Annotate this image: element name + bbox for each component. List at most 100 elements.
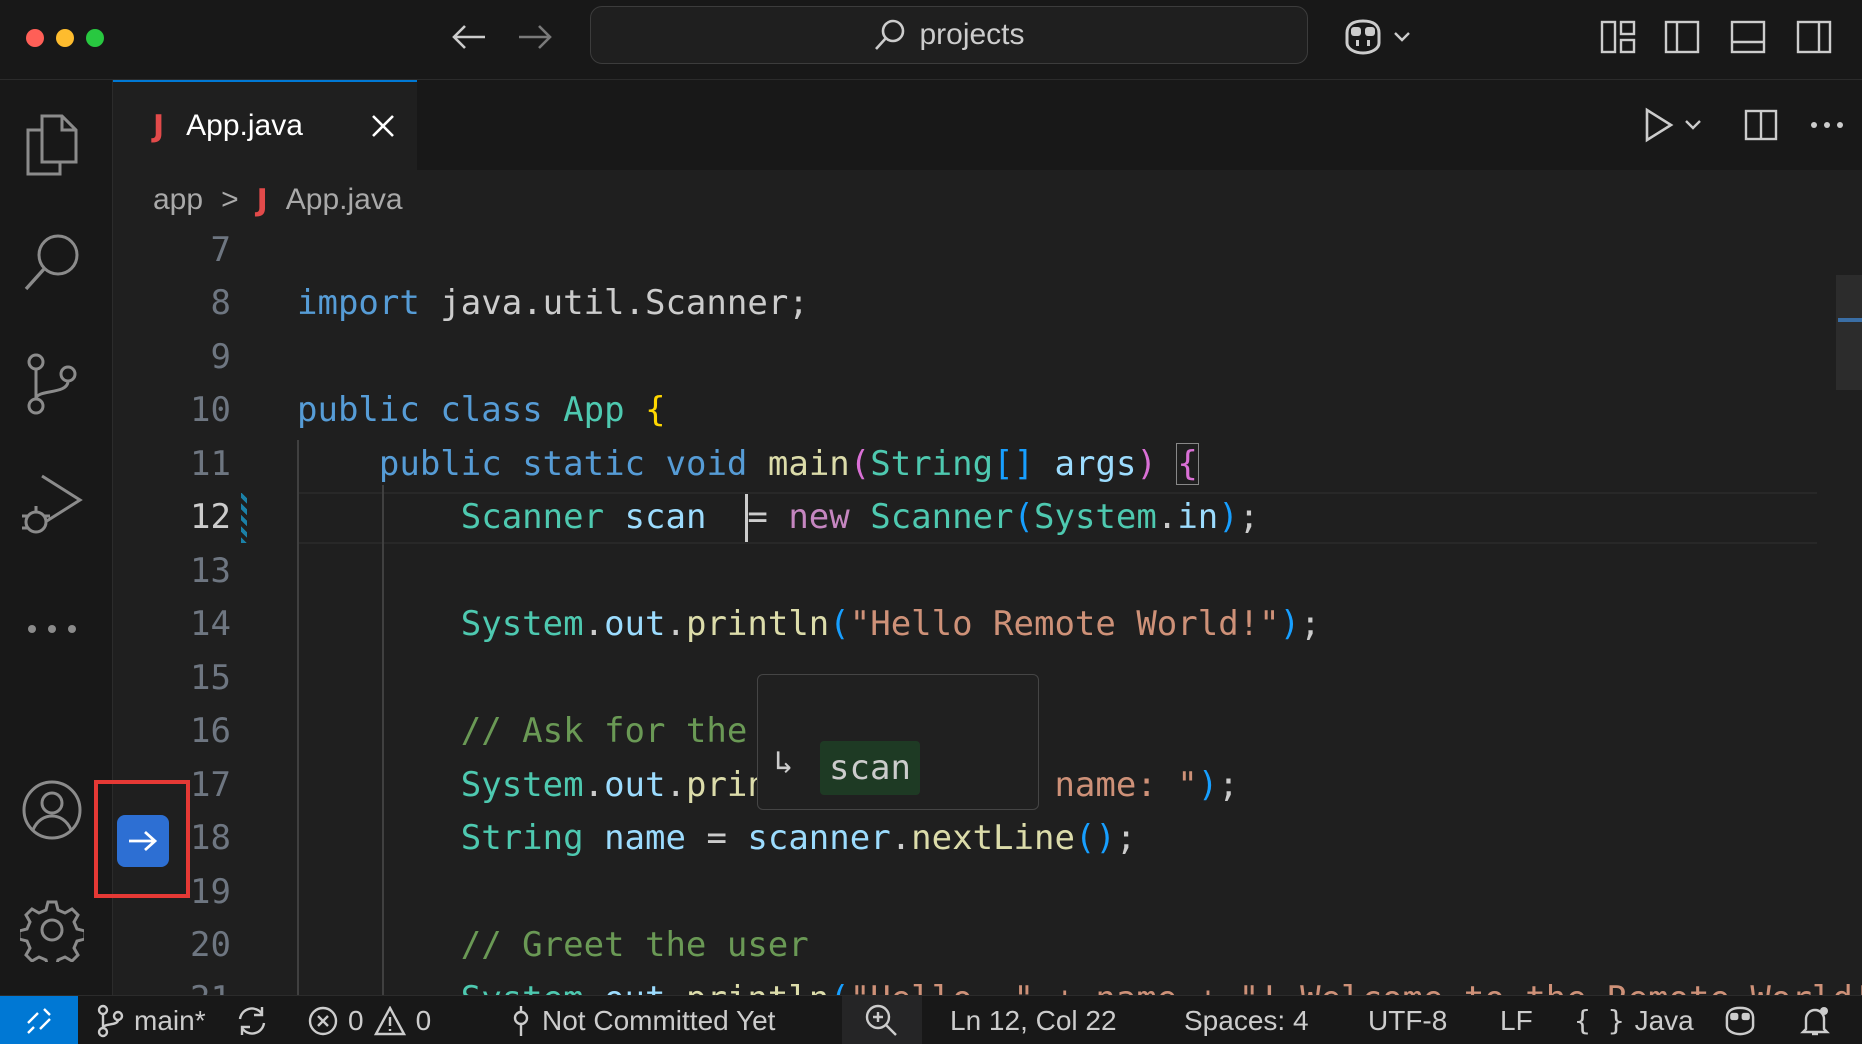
status-bar: main* 0 0 Not Committed Yet Ln 12, Col 2…	[0, 995, 1862, 1044]
code-line-20: // Greet the user	[460, 925, 809, 965]
code-line-10: public class App {	[297, 390, 666, 430]
text-cursor	[745, 494, 748, 542]
sync-icon	[238, 1006, 266, 1035]
run-debug-button[interactable]	[14, 467, 90, 543]
search-icon	[24, 234, 79, 291]
eol-text: LF	[1500, 1004, 1533, 1036]
breadcrumb-folder[interactable]: app	[153, 183, 203, 217]
problems-status[interactable]: 0 0	[308, 996, 431, 1044]
copilot-menu-button[interactable]	[1336, 14, 1416, 60]
explorer-icon	[26, 114, 78, 176]
braces-icon: { }	[1574, 1004, 1625, 1037]
sync-button[interactable]	[236, 996, 268, 1044]
java-file-icon: J	[256, 182, 268, 218]
line-number: 20	[190, 925, 231, 965]
customize-layout-button[interactable]	[1594, 14, 1642, 60]
line-number: 21	[113, 979, 231, 995]
line-number: 9	[210, 337, 231, 377]
line-number: 15	[190, 658, 231, 698]
tab-label: App.java	[186, 109, 303, 142]
customize-layout-icon	[1600, 20, 1636, 54]
close-window-button[interactable]	[26, 29, 44, 47]
toggle-primary-sidebar-icon	[1664, 20, 1700, 54]
zoom-in-icon	[865, 1004, 897, 1036]
line-number: 10	[190, 390, 231, 430]
line-number: 7	[210, 230, 231, 270]
copilot-status[interactable]	[1722, 996, 1758, 1044]
git-blame-status[interactable]: Not Committed Yet	[510, 996, 775, 1044]
toggle-panel-button[interactable]	[1724, 14, 1772, 60]
line-number: 16	[190, 711, 231, 751]
command-center-label: projects	[919, 18, 1025, 51]
java-file-icon: J	[153, 108, 165, 144]
chevron-down-icon	[1685, 120, 1701, 130]
chevron-down-icon	[1394, 32, 1410, 42]
source-control-button[interactable]	[14, 346, 90, 422]
encoding-status[interactable]: UTF-8	[1368, 996, 1447, 1044]
close-icon	[372, 115, 394, 137]
copilot-icon	[1725, 1006, 1755, 1035]
code-line-21: System.out.println("Hello, " + name + "!…	[297, 979, 1862, 995]
language-text: Java	[1634, 1004, 1694, 1036]
tab-app-java[interactable]: J App.java	[113, 80, 417, 170]
line-number: 13	[190, 551, 231, 591]
remote-indicator-button[interactable]	[0, 996, 78, 1044]
breadcrumb: app > J App.java	[113, 170, 1862, 230]
rename-suggestion-popup[interactable]: ↳ scan	[757, 674, 1039, 810]
notifications-button[interactable]	[1800, 996, 1830, 1044]
line-number: 14	[190, 604, 231, 644]
git-commit-icon	[513, 1005, 529, 1036]
cursor-position[interactable]: Ln 12, Col 22	[950, 996, 1117, 1044]
code-line-8: import java.util.Scanner;	[297, 283, 809, 323]
indentation-status[interactable]: Spaces: 4	[1184, 996, 1309, 1044]
line-number-active: 12	[190, 497, 231, 537]
back-button[interactable]	[444, 14, 494, 60]
manage-settings-button[interactable]	[14, 892, 90, 968]
breadcrumb-file[interactable]: App.java	[286, 183, 403, 217]
code-line-12: Scanner scan = new Scanner(System.in);	[460, 497, 1260, 537]
branch-status[interactable]: main*	[96, 996, 206, 1044]
remote-icon	[27, 1007, 51, 1034]
run-play-icon	[1645, 107, 1674, 143]
highlight-box	[94, 780, 190, 898]
minimize-window-button[interactable]	[56, 29, 74, 47]
title-bar: projects	[0, 0, 1862, 80]
eol-status[interactable]: LF	[1500, 996, 1533, 1044]
accounts-button[interactable]	[14, 772, 90, 848]
split-editor-button[interactable]	[1733, 102, 1789, 148]
command-center-search[interactable]: projects	[590, 6, 1308, 64]
scrollbar-cursor-marker	[1838, 318, 1862, 322]
rename-suggestion-value[interactable]: scan	[820, 741, 920, 795]
zoom-button[interactable]	[842, 996, 922, 1044]
warning-count: 0	[415, 1004, 432, 1036]
close-tab-button[interactable]	[363, 106, 403, 146]
more-actions-button[interactable]	[1799, 102, 1855, 148]
branch-name: main*	[134, 1004, 206, 1036]
git-branch-icon	[97, 1004, 124, 1037]
editor-scrollbar[interactable]	[1836, 275, 1862, 390]
zoom-window-button[interactable]	[86, 29, 104, 47]
toggle-primary-sidebar-button[interactable]	[1658, 14, 1706, 60]
error-count: 0	[348, 1004, 364, 1036]
search-button[interactable]	[14, 224, 90, 300]
more-horizontal-icon	[1811, 122, 1843, 128]
code-editor[interactable]: 7 8 9 10 11 12 13 14 15 16 17 18 19 20 2…	[113, 230, 1862, 995]
language-mode-status[interactable]: { } Java	[1574, 996, 1694, 1044]
run-java-button[interactable]	[1633, 102, 1713, 148]
line-number: 11	[190, 444, 231, 484]
forward-button[interactable]	[510, 14, 560, 60]
more-views-button[interactable]	[14, 591, 90, 667]
source-control-icon	[27, 353, 77, 415]
indentation-text: Spaces: 4	[1184, 1004, 1309, 1036]
bell-icon	[1800, 1006, 1830, 1035]
code-line-14: System.out.println("Hello Remote World!"…	[460, 604, 1321, 644]
toggle-secondary-sidebar-button[interactable]	[1790, 14, 1838, 60]
explorer-button[interactable]	[14, 107, 90, 183]
run-debug-icon	[22, 474, 83, 534]
back-arrow-icon	[452, 25, 485, 49]
breadcrumb-separator: >	[221, 183, 239, 216]
accounts-icon	[22, 780, 82, 840]
copilot-icon	[1345, 19, 1381, 55]
code-line-18: String name = scanner.nextLine();	[460, 818, 1137, 858]
settings-gear-icon	[20, 900, 84, 962]
